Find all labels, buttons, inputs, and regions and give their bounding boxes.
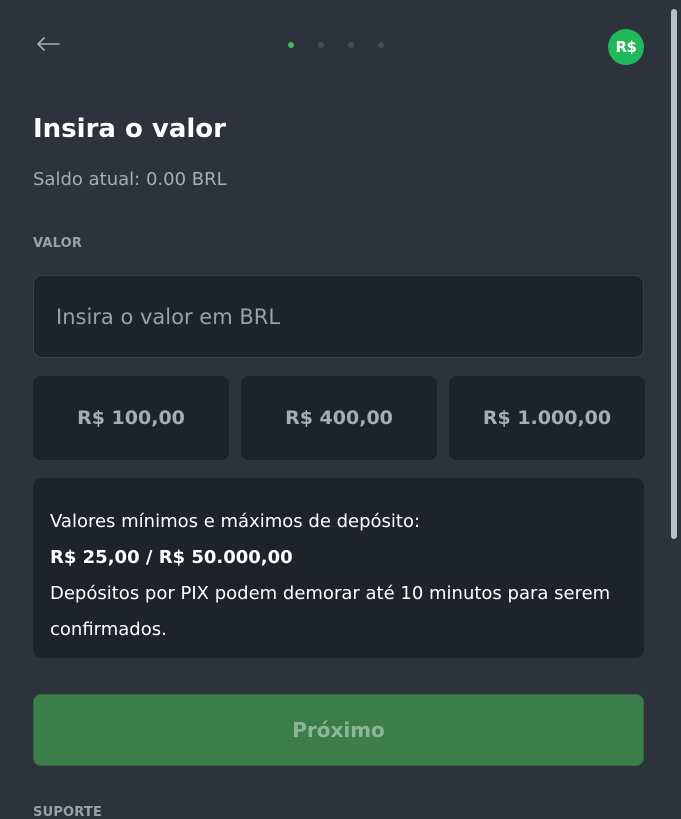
amount-input[interactable] bbox=[33, 275, 644, 358]
preset-amount-button[interactable]: R$ 1.000,00 bbox=[449, 376, 645, 460]
page-title: Insira o valor bbox=[33, 114, 226, 144]
currency-badge: R$ bbox=[608, 29, 644, 65]
top-bar: R$ bbox=[0, 0, 668, 90]
step-dot bbox=[318, 42, 324, 48]
deposit-page: R$ Insira o valor Saldo atual: 0.00 BRL … bbox=[0, 0, 681, 819]
scrollbar[interactable] bbox=[668, 0, 681, 819]
preset-amounts: R$ 100,00 R$ 400,00 R$ 1.000,00 bbox=[33, 376, 645, 460]
next-button[interactable]: Próximo bbox=[33, 694, 644, 766]
step-dot bbox=[378, 42, 384, 48]
step-dot bbox=[348, 42, 354, 48]
balance-label: Saldo atual: bbox=[33, 169, 141, 190]
limits-values: R$ 25,00 / R$ 50.000,00 bbox=[50, 547, 293, 568]
current-balance: Saldo atual: 0.00 BRL bbox=[33, 169, 227, 190]
back-button[interactable] bbox=[34, 33, 62, 59]
preset-amount-button[interactable]: R$ 400,00 bbox=[241, 376, 437, 460]
preset-amount-button[interactable]: R$ 100,00 bbox=[33, 376, 229, 460]
deposit-limits-info: Valores mínimos e máximos de depósito: R… bbox=[33, 478, 644, 658]
limits-heading: Valores mínimos e máximos de depósito: bbox=[50, 511, 421, 532]
arrow-left-icon bbox=[35, 36, 61, 56]
scrollbar-thumb[interactable] bbox=[671, 9, 677, 539]
amount-field-label: VALOR bbox=[33, 236, 83, 251]
pix-note: Depósitos por PIX podem demorar até 10 m… bbox=[50, 583, 611, 640]
balance-value: 0.00 BRL bbox=[145, 169, 227, 190]
step-dot-active bbox=[288, 42, 294, 48]
support-section-label: SUPORTE bbox=[33, 805, 103, 819]
step-indicator bbox=[288, 42, 384, 48]
